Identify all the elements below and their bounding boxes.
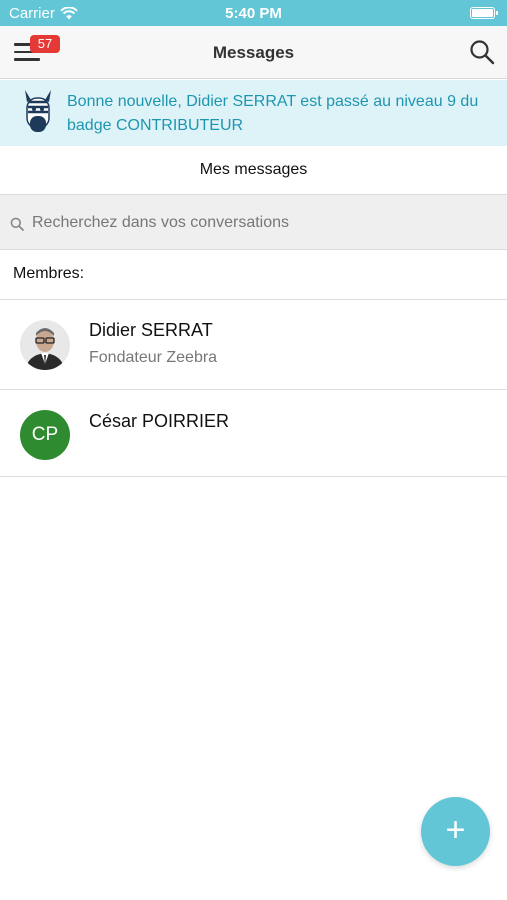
status-bar: Carrier 5:40 PM [0,0,507,26]
member-name: César POIRRIER [89,411,230,431]
status-time: 5:40 PM [225,5,282,22]
navigation-bar: 57 Messages [0,26,507,79]
battery-icon [470,7,498,19]
zebra-mascot-icon [25,90,51,132]
section-title: Mes messages [199,161,308,178]
member-role: Fondateur Zeebra [89,349,218,366]
search-icon [10,217,24,231]
member-name: Didier SERRAT [89,320,213,340]
members-label: Membres: [13,265,85,282]
avatar: CP [20,410,70,460]
new-message-button[interactable]: + [421,797,490,866]
divider [0,476,507,477]
announcement-banner[interactable]: Bonne nouvelle, Didier SERRAT est passé … [0,80,507,146]
person-photo-icon [20,320,70,370]
search-bar [0,194,507,250]
page-title: Messages [212,43,295,62]
search-input[interactable] [32,211,492,235]
member-row[interactable]: Didier SERRAT Fondateur Zeebra [0,300,507,389]
banner-text: Bonne nouvelle, Didier SERRAT est passé … [67,93,479,134]
avatar [20,320,70,370]
search-icon[interactable] [469,39,495,65]
member-row[interactable]: CP César POIRRIER [0,390,507,476]
